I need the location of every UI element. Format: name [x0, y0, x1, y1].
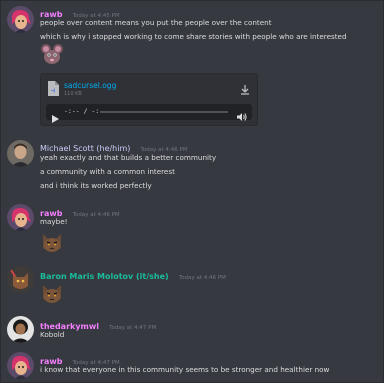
message-text: maybe! [40, 217, 68, 226]
download-icon[interactable] [239, 81, 251, 95]
message-text: i know that everyone in this community s… [40, 365, 330, 374]
audio-file-icon [48, 81, 59, 96]
message-header: Baron Maris Molotov (it/she) Today at 4:… [40, 268, 226, 284]
rat-emoji [40, 42, 64, 66]
avatar[interactable] [7, 140, 34, 167]
timestamp: Today at 4:46 PM [72, 212, 120, 218]
attachment-filename[interactable]: sadcursel.ogg [64, 81, 116, 90]
avatar[interactable] [7, 266, 34, 293]
audio-attachment: sadcursel.ogg 110 KB -:-- / -:-- [40, 73, 258, 126]
message-text: and i think its worked perfectly [40, 181, 152, 190]
timestamp: Today at 4:46 PM [178, 275, 226, 281]
avatar[interactable] [7, 316, 34, 343]
message-text: yeah exactly and that builds a better co… [40, 153, 217, 162]
author-name[interactable]: Michael Scott (he/him) [40, 144, 130, 153]
avatar[interactable] [7, 204, 34, 231]
attachment-size: 110 KB [64, 91, 82, 97]
avatar[interactable] [7, 6, 34, 33]
message-text: a community with a common interest [40, 167, 175, 176]
message-text: which is why i stopped working to come s… [40, 32, 347, 41]
timestamp: Today at 4:47 PM [109, 325, 157, 331]
seek-bar[interactable] [100, 111, 228, 113]
play-icon[interactable] [51, 108, 59, 123]
message-text: Kobold [40, 330, 65, 339]
audio-player: -:-- / -:-- [46, 104, 252, 123]
volume-icon[interactable] [237, 107, 247, 121]
avatar[interactable] [7, 352, 34, 379]
message-text: people over content means you put the pe… [40, 18, 272, 27]
cat-emoji [40, 281, 64, 305]
author-name[interactable]: Baron Maris Molotov (it/she) [40, 272, 169, 281]
cat-emoji [40, 230, 64, 254]
